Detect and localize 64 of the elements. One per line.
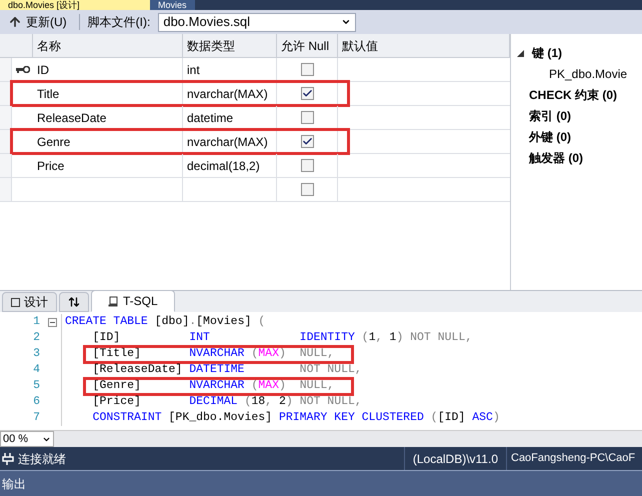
grid-row[interactable]: Price decimal(18,2) — [0, 154, 510, 178]
design-icon — [11, 298, 20, 306]
line-number: 5 — [32, 378, 41, 394]
allow-null-checkbox[interactable] — [300, 159, 314, 172]
code-line: CONSTRAINT [PK_dbo.Movies] PRIMARY KEY CLUSTERED ([ID] ASC) — [92, 411, 500, 424]
column-name-cell-text: Title — [37, 86, 60, 102]
column-name-cell-text: ID — [37, 62, 49, 78]
document-tab[interactable]: dbo.Movies [设计] — [0, 0, 150, 10]
document-tab[interactable]: Movies — [150, 0, 195, 10]
swap-panes-button[interactable] — [59, 292, 89, 312]
allow-null-checkbox[interactable] — [300, 135, 314, 148]
view-tab[interactable]: T-SQL — [91, 290, 175, 312]
expanded-triangle-icon[interactable] — [517, 50, 524, 56]
status-text: 连接就绪 — [18, 450, 66, 468]
column-name-cell-text: Genre — [37, 134, 70, 150]
line-number: 1 — [32, 314, 41, 330]
dropdown-caret-icon — [341, 17, 352, 27]
code-line: [Price] DECIMAL (18, 2) NOT NULL, — [92, 395, 362, 408]
line-number: 2 — [32, 330, 41, 346]
view-tab[interactable]: 设计 — [2, 292, 57, 312]
plug-icon — [2, 452, 14, 466]
data-type-cell-text: nvarchar(MAX) — [187, 134, 268, 150]
key-icon — [16, 66, 30, 73]
code-line: CREATE TABLE [dbo].[Movies] ( — [65, 315, 266, 328]
line-number: 6 — [32, 394, 41, 410]
update-button[interactable]: 更新(U) — [4, 12, 71, 32]
collapse-icon[interactable] — [48, 318, 57, 326]
script-file-label: 脚本文件(I): — [88, 14, 150, 31]
column-header: 允许 Null — [277, 34, 338, 57]
data-type-cell-text: datetime — [187, 110, 234, 126]
grid-row[interactable]: Title nvarchar(MAX) — [0, 82, 510, 106]
script-icon — [108, 296, 119, 306]
swap-icon — [68, 296, 80, 308]
data-type-cell-text: nvarchar(MAX) — [187, 86, 268, 102]
key-group-label[interactable]: CHECK 约束 (0) — [529, 86, 618, 104]
grid-row[interactable]: ID int — [0, 58, 510, 82]
code-line: [Genre] NVARCHAR (MAX) NULL, — [92, 379, 334, 392]
column-header: 名称 — [33, 34, 183, 57]
output-panel-title: 输出 — [2, 476, 26, 492]
user-name: CaoFangsheng-PC\CaoF — [511, 451, 636, 466]
column-name-cell-text: ReleaseDate — [37, 110, 106, 126]
grid-row[interactable]: ReleaseDate datetime — [0, 106, 510, 130]
server-name: (LocalDB)\v11.0 — [412, 450, 498, 468]
allow-null-checkbox[interactable] — [300, 63, 314, 76]
key-group-label[interactable]: 外键 (0) — [529, 128, 571, 146]
line-number: 3 — [32, 346, 41, 362]
key-group-label[interactable]: 触发器 (0) — [529, 149, 583, 167]
code-line: [ReleaseDate] DATETIME NOT NULL, — [92, 363, 362, 376]
grid-row[interactable]: Genre nvarchar(MAX) — [0, 130, 510, 154]
zoom-dropdown[interactable]: 00 % — [0, 431, 54, 447]
script-file-dropdown[interactable]: dbo.Movies.sql — [158, 12, 356, 32]
allow-null-checkbox[interactable] — [300, 183, 314, 196]
column-name-cell-text: Price — [37, 158, 64, 174]
data-type-cell-text: int — [187, 62, 200, 78]
data-type-cell-text: decimal(18,2) — [187, 158, 260, 174]
code-line: [ID] INT IDENTITY (1, 1) NOT NULL, — [92, 331, 472, 344]
key-group-label[interactable]: 索引 (0) — [529, 107, 571, 125]
allow-null-checkbox[interactable] — [300, 87, 314, 100]
line-number: 4 — [32, 362, 41, 378]
column-header: 数据类型 — [183, 34, 277, 57]
key-group-label[interactable]: 键 (1) — [532, 44, 562, 62]
line-number: 7 — [32, 410, 41, 426]
primary-key-item[interactable]: PK_dbo.Movie — [529, 65, 642, 83]
allow-null-checkbox[interactable] — [300, 111, 314, 124]
